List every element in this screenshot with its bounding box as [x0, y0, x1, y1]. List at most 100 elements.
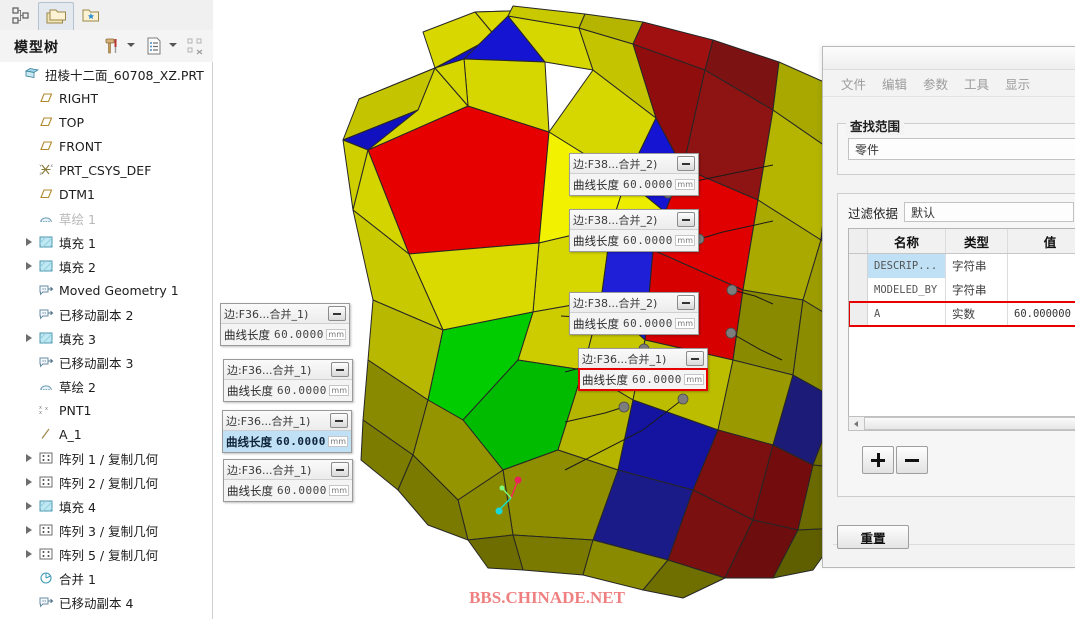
callout-value[interactable]: 60.0000 — [623, 234, 675, 247]
menu-item[interactable]: 参数 — [923, 74, 948, 93]
dimension-callout[interactable]: 边:F36...合并_1) 曲线长度 60.0000 mm — [578, 348, 708, 391]
tree-item[interactable]: 阵列 2 / 复制几何 — [0, 470, 212, 494]
table-cell[interactable]: 60.000000 — [1008, 302, 1075, 326]
callout-value[interactable]: 60.0000 — [277, 384, 329, 397]
table-row[interactable]: A 实数 60.000000 — [849, 301, 1075, 327]
dimension-callout[interactable]: 边:F38...合并_2) 曲线长度 60.0000 mm — [569, 292, 699, 335]
tree-item[interactable]: Y Z X PRT_CSYS_DEF — [0, 158, 212, 182]
dialog-menu-bar[interactable]: 文件 编辑 参数 工具 显示 — [823, 70, 1075, 97]
remove-parameter-button[interactable] — [896, 446, 928, 474]
tools-dropdown-caret[interactable] — [127, 43, 135, 47]
callout-body[interactable]: 曲线长度 60.0000 mm — [570, 174, 698, 195]
tree-item[interactable]: 草绘 2 — [0, 374, 212, 398]
collapse-button[interactable] — [331, 362, 349, 377]
display-list-icon[interactable] — [144, 36, 164, 56]
expand-arrow-icon[interactable] — [22, 547, 36, 561]
expand-arrow-icon[interactable] — [22, 235, 36, 249]
tree-item[interactable]: 阵列 5 / 复制几何 — [0, 542, 212, 566]
table-row[interactable]: DESCRIP... 字符串 — [849, 254, 1075, 278]
expand-arrow-icon[interactable] — [22, 499, 36, 513]
nav-tree-tab[interactable] — [4, 2, 38, 30]
table-cell[interactable]: A — [868, 302, 946, 326]
tree-item[interactable]: 填充 1 — [0, 230, 212, 254]
table-row[interactable]: MODELED_BY 字符串 — [849, 278, 1075, 302]
collapse-button[interactable] — [677, 156, 695, 171]
tree-item[interactable]: Moved Geometry 1 — [0, 278, 212, 302]
row-gutter[interactable] — [849, 254, 868, 278]
dimension-callout[interactable]: 边:F38...合并_2) 曲线长度 60.0000 mm — [569, 153, 699, 196]
favorites-tab[interactable] — [74, 2, 108, 30]
callout-body[interactable]: 曲线长度 60.0000 mm — [570, 230, 698, 251]
filter-select[interactable]: 默认 — [904, 202, 1075, 222]
tree-item[interactable]: DTM1 — [0, 182, 212, 206]
tree-item[interactable]: 填充 4 — [0, 494, 212, 518]
expand-arrow-icon[interactable] — [22, 523, 36, 537]
callout-body[interactable]: 曲线长度 60.0000 mm — [224, 480, 352, 501]
tree-item[interactable]: x x x PNT1 — [0, 398, 212, 422]
callout-value[interactable]: 60.0000 — [274, 328, 326, 341]
tree-item[interactable]: 已移动副本 2 — [0, 302, 212, 326]
model-tree-list[interactable]: 扭棱十二面_60708_XZ.PRT RIGHT TOP FRONT Y Z X PRT_CS… — [0, 62, 213, 619]
dimension-callout[interactable]: 边:F36...合并_1) 曲线长度 60.0000 mm — [222, 410, 352, 453]
row-gutter[interactable] — [849, 278, 868, 302]
callout-value[interactable]: 60.0000 — [276, 435, 328, 448]
table-cell[interactable] — [1008, 254, 1075, 278]
scroll-left-arrow-icon[interactable] — [849, 417, 863, 430]
menu-item[interactable]: 编辑 — [882, 74, 907, 93]
callout-body[interactable]: 曲线长度 60.0000 mm — [578, 368, 708, 391]
tree-item[interactable]: 填充 3 — [0, 326, 212, 350]
add-parameter-button[interactable] — [862, 446, 894, 474]
tree-item[interactable]: 草绘 1 — [0, 206, 212, 230]
menu-item[interactable]: 文件 — [841, 74, 866, 93]
callout-body[interactable]: 曲线长度 60.0000 mm — [224, 380, 352, 401]
filter-tree-icon[interactable] — [186, 36, 206, 56]
collapse-button[interactable] — [677, 295, 695, 310]
callout-body[interactable]: 曲线长度 60.0000 mm — [223, 431, 351, 452]
column-header[interactable]: 类型 — [946, 229, 1008, 253]
tree-item[interactable]: 填充 2 — [0, 254, 212, 278]
dimension-callout[interactable]: 边:F36...合并_1) 曲线长度 60.0000 mm — [220, 303, 350, 346]
callout-value[interactable]: 60.0000 — [623, 317, 675, 330]
table-cell[interactable]: DESCRIP... — [868, 254, 946, 278]
dimension-callout[interactable]: 边:F36...合并_1) 曲线长度 60.0000 mm — [223, 359, 353, 402]
collapse-button[interactable] — [677, 212, 695, 227]
display-dropdown-caret[interactable] — [169, 43, 177, 47]
scrollbar-thumb[interactable] — [864, 417, 1075, 430]
tree-item[interactable]: A_1 — [0, 422, 212, 446]
callout-body[interactable]: 曲线长度 60.0000 mm — [221, 324, 349, 345]
menu-item[interactable]: 显示 — [1005, 74, 1030, 93]
dimension-callout[interactable]: 边:F36...合并_1) 曲线长度 60.0000 mm — [223, 459, 353, 502]
dimension-callout[interactable]: 边:F38...合并_2) 曲线长度 60.0000 mm — [569, 209, 699, 252]
folder-browser-tab[interactable] — [38, 2, 74, 31]
table-cell[interactable]: 字符串 — [946, 254, 1008, 278]
column-header[interactable]: 名称 — [868, 229, 946, 253]
table-cell[interactable]: MODELED_BY — [868, 278, 946, 302]
tree-item[interactable]: 已移动副本 3 — [0, 350, 212, 374]
expand-arrow-icon[interactable] — [22, 451, 36, 465]
tools-settings-icon[interactable] — [102, 36, 122, 56]
table-cell[interactable]: 实数 — [946, 302, 1008, 326]
tree-item[interactable]: TOP — [0, 110, 212, 134]
expand-arrow-icon[interactable] — [22, 475, 36, 489]
tree-item[interactable]: 阵列 3 / 复制几何 — [0, 518, 212, 542]
tree-item[interactable]: 合并 1 — [0, 566, 212, 590]
table-horizontal-scrollbar[interactable] — [848, 416, 1075, 431]
collapse-button[interactable] — [330, 413, 348, 428]
tree-item[interactable]: 已移动副本 4 — [0, 590, 212, 614]
column-header[interactable]: 值 — [1008, 229, 1075, 253]
expand-arrow-icon[interactable] — [22, 331, 36, 345]
collapse-button[interactable] — [328, 306, 346, 321]
tree-item[interactable]: FRONT — [0, 134, 212, 158]
parameters-dialog[interactable]: 文件 编辑 参数 工具 显示 查找范围 零件 过滤依据 默认 名称 类型值 DESCRIP.… — [822, 46, 1075, 568]
collapse-button[interactable] — [686, 351, 704, 366]
callout-value[interactable]: 60.0000 — [277, 484, 329, 497]
parameters-table[interactable]: 名称 类型值 DESCRIP... 字符串 MODELED_BY 字符串 A 实数 60.000… — [848, 228, 1075, 418]
tree-item[interactable]: 扭棱十二面_60708_XZ.PRT — [0, 62, 212, 86]
reset-button[interactable]: 重置 — [837, 525, 909, 549]
collapse-button[interactable] — [331, 462, 349, 477]
row-gutter[interactable] — [849, 302, 868, 326]
callout-value[interactable]: 60.0000 — [623, 178, 675, 191]
callout-body[interactable]: 曲线长度 60.0000 mm — [570, 313, 698, 334]
callout-value[interactable]: 60.0000 — [632, 373, 684, 386]
menu-item[interactable]: 工具 — [964, 74, 989, 93]
